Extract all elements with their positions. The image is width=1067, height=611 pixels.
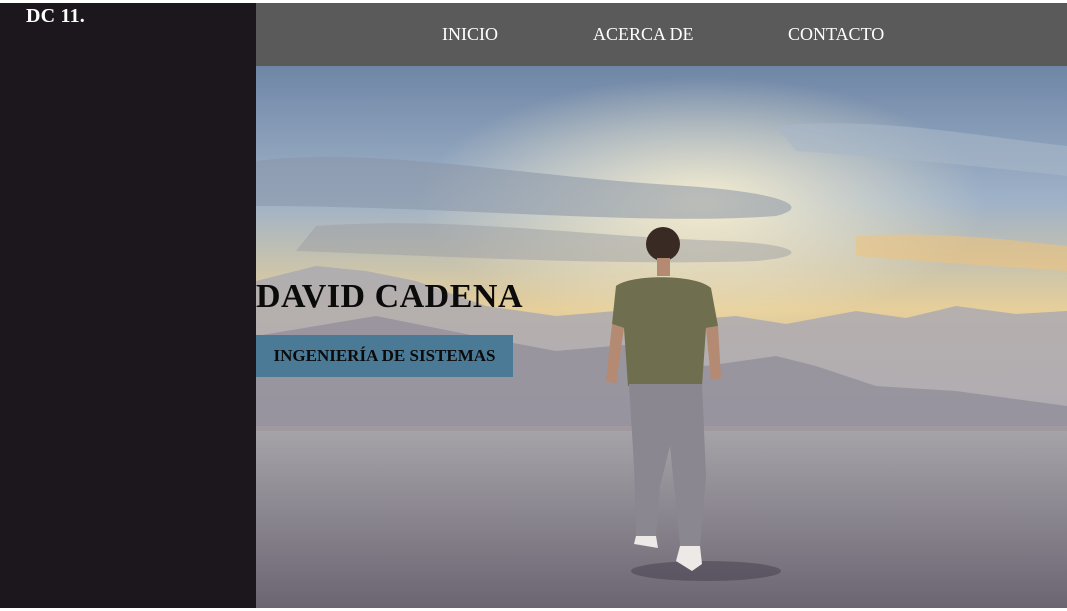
nav-link-contacto[interactable]: CONTACTO (788, 24, 884, 45)
hero-name-heading: DAVID CADENA (256, 278, 524, 315)
hero-banner: DAVID CADENA INGENIERÍA DE SISTEMAS (256, 66, 1067, 608)
hero-tagline-badge: INGENIERÍA DE SISTEMAS (256, 335, 513, 377)
brand-logo[interactable]: DC 11. (26, 5, 85, 28)
sidebar: DC 11. (0, 3, 256, 608)
nav-link-acerca-de[interactable]: ACERCA DE (593, 24, 694, 45)
main-content: INICIO ACERCA DE CONTACTO DAVID CADENA I… (256, 3, 1067, 608)
top-navbar: INICIO ACERCA DE CONTACTO (256, 3, 1067, 66)
nav-link-inicio[interactable]: INICIO (442, 24, 498, 45)
